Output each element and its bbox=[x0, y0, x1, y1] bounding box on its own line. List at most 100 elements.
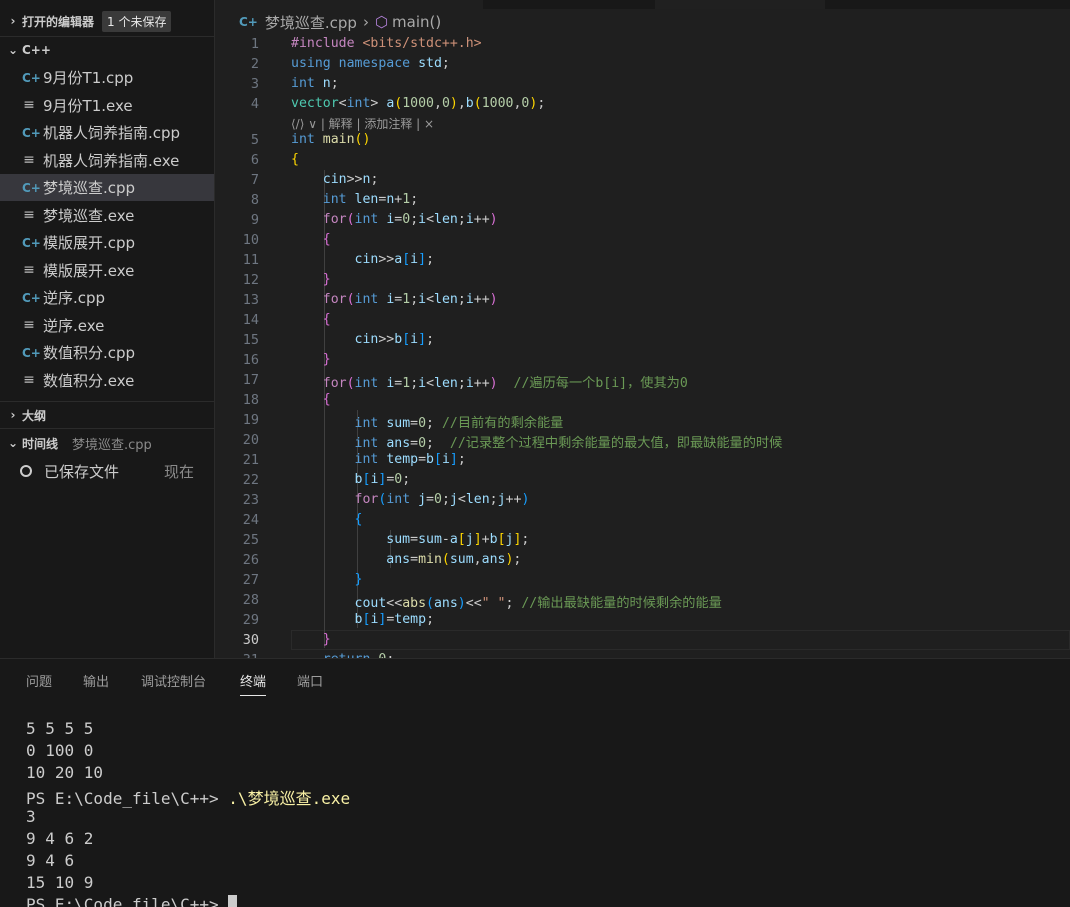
chevron-right-icon: › bbox=[362, 13, 369, 31]
folder-header[interactable]: ⌄ C++ bbox=[0, 37, 214, 63]
line-number: 4 bbox=[250, 96, 259, 112]
terminal-line: 5 5 5 5 bbox=[26, 719, 94, 738]
code-line[interactable]: sum=sum-a[j]+b[j]; bbox=[291, 532, 529, 547]
code-line[interactable]: { bbox=[291, 512, 363, 527]
code-line[interactable]: int sum=0; //目前有的剩余能量 bbox=[291, 412, 564, 431]
code-line[interactable]: vector<int> a(1000,0),b(1000,0); bbox=[291, 96, 545, 111]
line-number: 2 bbox=[250, 56, 259, 72]
code-line[interactable]: using namespace std; bbox=[291, 56, 450, 71]
open-editors-title: 打开的编辑器 bbox=[22, 14, 95, 29]
timeline-header[interactable]: ⌄ 时间线 梦境巡查.cpp bbox=[0, 430, 214, 456]
open-editors-header[interactable]: › 打开的编辑器 1 个未保存 bbox=[0, 8, 214, 34]
code-line[interactable]: cout<<abs(ans)<<" "; //输出最缺能量的时候剩余的能量 bbox=[291, 592, 722, 611]
file-item[interactable]: C+ 9月份T1.cpp bbox=[0, 64, 214, 91]
file-item-label: 梦境巡查.exe bbox=[43, 206, 135, 225]
code-line[interactable]: { bbox=[291, 232, 331, 247]
code-line[interactable]: ans=min(sum,ans); bbox=[291, 552, 521, 567]
file-item[interactable]: ≡ 模版展开.exe bbox=[0, 257, 214, 284]
file-item-label: 9月份T1.exe bbox=[43, 96, 133, 115]
editor-tab[interactable] bbox=[215, 0, 483, 9]
chevron-down-icon: ⌄ bbox=[7, 43, 19, 57]
editor-tab[interactable] bbox=[655, 0, 825, 9]
outline-header[interactable]: › 大纲 bbox=[0, 402, 214, 428]
chevron-down-icon: ⌄ bbox=[7, 436, 19, 450]
code-line[interactable]: cin>>n; bbox=[291, 172, 379, 187]
code-line[interactable]: { bbox=[291, 392, 331, 407]
breadcrumb-symbol[interactable]: main() bbox=[392, 13, 441, 31]
cpp-file-icon: C+ bbox=[239, 15, 258, 29]
file-item[interactable]: C+ 逆序.cpp bbox=[0, 284, 214, 311]
file-item[interactable]: C+ 数值积分.cpp bbox=[0, 339, 214, 366]
explorer-sidebar: › 打开的编辑器 1 个未保存 ⌄ C++ C+ 9月份T1.cpp ≡ 9月份T1.… bbox=[0, 0, 215, 658]
code-line[interactable]: } bbox=[291, 572, 363, 587]
line-number: 12 bbox=[242, 272, 259, 288]
terminal-prompt: PS E:\Code_file\C++> bbox=[26, 789, 229, 808]
code-line[interactable]: cin>>b[i]; bbox=[291, 332, 434, 347]
terminal-prompt: PS E:\Code_file\C++> bbox=[26, 895, 229, 907]
code-line[interactable]: } bbox=[291, 632, 331, 647]
timeline-entry[interactable]: 已保存文件 现在 bbox=[0, 458, 214, 484]
cube-icon: ⬡ bbox=[374, 13, 389, 31]
file-item[interactable]: ≡ 9月份T1.exe bbox=[0, 92, 214, 119]
line-number: 30 bbox=[242, 632, 259, 648]
tab-terminal[interactable]: 终端 bbox=[240, 671, 267, 696]
code-line[interactable]: int temp=b[i]; bbox=[291, 452, 466, 467]
codelens-actions[interactable]: ⟨/⟩ ∨ | 解释 | 添加注释 | × bbox=[291, 115, 434, 132]
code-line[interactable]: for(int j=0;j<len;j++) bbox=[291, 492, 530, 507]
file-item[interactable]: C+ 模版展开.cpp bbox=[0, 229, 214, 256]
code-line[interactable]: cin>>a[i]; bbox=[291, 252, 434, 267]
code-editor[interactable]: ⟨/⟩ ∨ | 解释 | 添加注释 | × 1 #include <bits/std… bbox=[215, 35, 1070, 658]
code-line[interactable]: { bbox=[291, 152, 299, 167]
line-number: 29 bbox=[242, 612, 259, 628]
tab-ports[interactable]: 端口 bbox=[297, 671, 323, 690]
terminal-command-line: PS E:\Code_file\C++> .\梦境巡查.exe bbox=[26, 785, 350, 809]
code-line[interactable]: for(int i=1;i<len;i++) //遍历每一个b[i]，使其为0 bbox=[291, 372, 688, 391]
code-line[interactable]: } bbox=[291, 272, 331, 287]
editor-tab-strip bbox=[215, 0, 1070, 9]
circle-icon bbox=[20, 465, 32, 477]
chevron-right-icon: › bbox=[10, 408, 16, 422]
line-number: 8 bbox=[250, 192, 259, 208]
code-line[interactable]: int ans=0; //记录整个过程中剩余能量的最大值，即最缺能量的时候 bbox=[291, 432, 783, 451]
tab-problems[interactable]: 问题 bbox=[26, 671, 52, 690]
exe-file-icon: ≡ bbox=[23, 152, 35, 168]
code-line[interactable]: { bbox=[291, 312, 331, 327]
timeline-entry-time: 现在 bbox=[163, 462, 194, 481]
file-item[interactable]: ≡ 梦境巡查.exe bbox=[0, 202, 214, 229]
file-item-label: 数值积分.exe bbox=[43, 371, 135, 390]
line-number: 16 bbox=[242, 352, 259, 368]
file-item[interactable]: C+ 梦境巡查.cpp bbox=[0, 174, 214, 201]
terminal-line: 3 bbox=[26, 807, 36, 826]
line-number: 18 bbox=[242, 392, 259, 408]
file-item[interactable]: ≡ 数值积分.exe bbox=[0, 367, 214, 394]
terminal-cursor bbox=[228, 895, 238, 907]
outline-title: 大纲 bbox=[22, 408, 47, 423]
line-number: 11 bbox=[242, 252, 259, 268]
tab-debug-console[interactable]: 调试控制台 bbox=[141, 671, 206, 690]
code-line[interactable]: #include <bits/stdc++.h> bbox=[291, 36, 482, 51]
line-number: 7 bbox=[250, 172, 259, 188]
cpp-file-icon: C+ bbox=[22, 70, 41, 85]
code-line[interactable]: int main() bbox=[291, 132, 370, 147]
line-number: 9 bbox=[250, 212, 259, 228]
code-line[interactable]: for(int i=0;i<len;i++) bbox=[291, 212, 498, 227]
code-line[interactable]: for(int i=1;i<len;i++) bbox=[291, 292, 498, 307]
bottom-panel: 问题 输出 调试控制台 终端 端口 5 5 5 5 0 100 0 10 20 … bbox=[0, 658, 1070, 907]
file-item[interactable]: ≡ 机器人饲养指南.exe bbox=[0, 147, 214, 174]
line-number: 1 bbox=[250, 36, 259, 52]
breadcrumb-file[interactable]: 梦境巡查.cpp bbox=[265, 12, 357, 33]
code-line[interactable]: b[i]=0; bbox=[291, 472, 411, 487]
code-line[interactable]: } bbox=[291, 352, 331, 367]
code-line[interactable]: int len=n+1; bbox=[291, 192, 418, 207]
file-item[interactable]: ≡ 逆序.exe bbox=[0, 312, 214, 339]
code-line[interactable]: b[i]=temp; bbox=[291, 612, 434, 627]
code-line[interactable]: int n; bbox=[291, 76, 339, 91]
line-number: 22 bbox=[242, 472, 259, 488]
terminal-input-line[interactable]: PS E:\Code_file\C++> bbox=[26, 895, 238, 907]
file-item[interactable]: C+ 机器人饲养指南.cpp bbox=[0, 119, 214, 146]
file-item-label: 模版展开.exe bbox=[43, 261, 135, 280]
chevron-right-icon: › bbox=[10, 14, 16, 28]
line-number: 21 bbox=[242, 452, 259, 468]
line-number: 20 bbox=[242, 432, 259, 448]
tab-output[interactable]: 输出 bbox=[83, 671, 109, 690]
